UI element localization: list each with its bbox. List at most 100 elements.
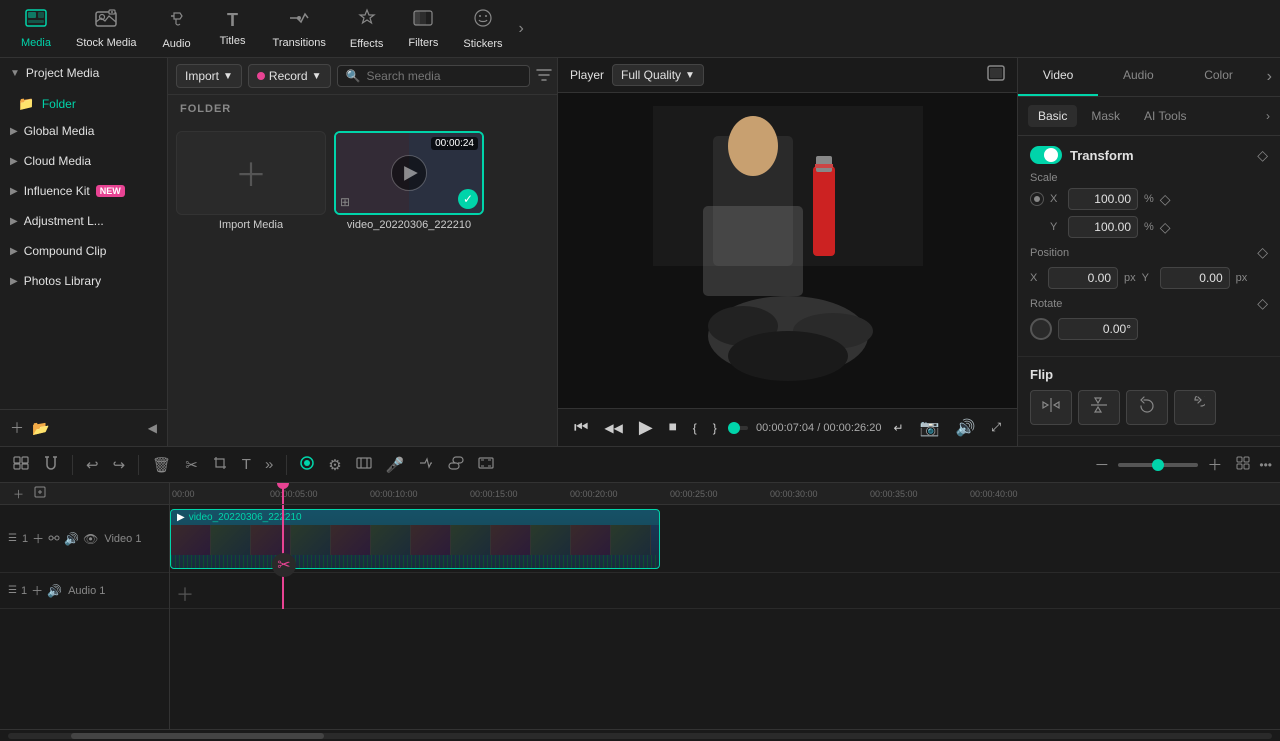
transform-keyframe-button[interactable]: ◇ <box>1257 147 1268 164</box>
settings-button[interactable]: ⚙ <box>323 453 346 477</box>
sidebar-item-compound-clip[interactable]: ▶ Compound Clip <box>0 236 167 266</box>
step-back-button[interactable]: ◀◀ <box>600 419 626 437</box>
record-button[interactable]: Record ▼ <box>248 64 331 88</box>
progress-bar[interactable] <box>729 426 748 430</box>
audio-add-icon[interactable]: ＋ <box>31 582 43 599</box>
delete-button[interactable]: 🗑 <box>147 453 176 477</box>
toolbar-item-audio[interactable]: Audio <box>149 4 205 54</box>
audio-add-button[interactable]: ＋ <box>176 581 194 607</box>
position-y-input[interactable] <box>1160 267 1230 289</box>
merge-button[interactable] <box>413 453 439 477</box>
toolbar-item-titles[interactable]: T Titles <box>205 6 261 51</box>
rotate-right-button[interactable] <box>1174 390 1216 425</box>
timeline-playhead[interactable] <box>282 483 284 504</box>
tab-color[interactable]: Color <box>1178 58 1258 96</box>
video-volume-icon[interactable]: 🔊 <box>64 532 79 546</box>
fullscreen-icon[interactable] <box>987 65 1005 86</box>
add-track-label-button[interactable]: ＋ <box>8 483 29 505</box>
zoom-slider[interactable] <box>1118 463 1198 467</box>
flip-horizontal-button[interactable] <box>1030 390 1072 425</box>
toolbar-item-stock[interactable]: Stock Media <box>64 5 149 53</box>
timeline-ruler[interactable]: 00:00 00:00:05:00 00:00:10:00 00:00:15:0… <box>170 483 1280 505</box>
zoom-out-button[interactable]: － <box>1089 451 1114 478</box>
position-x-input[interactable] <box>1048 267 1118 289</box>
video-thumb[interactable]: 00:00:24 ✓ ⊞ <box>334 131 484 215</box>
crop-button[interactable] <box>207 452 233 478</box>
more-tools-button[interactable]: » <box>260 453 278 476</box>
transform-toggle[interactable] <box>1030 146 1062 164</box>
subtab-mask[interactable]: Mask <box>1081 105 1130 127</box>
toolbar-item-filters[interactable]: Filters <box>395 5 451 53</box>
sidebar-item-adjustment[interactable]: ▶ Adjustment L... <box>0 206 167 236</box>
rotate-keyframe-button[interactable]: ◇ <box>1257 295 1268 312</box>
clip-mark-button[interactable]: ↵ <box>889 419 907 437</box>
volume-button[interactable]: 🔊 <box>951 416 979 440</box>
skip-back-button[interactable]: ⏮ <box>570 417 592 439</box>
import-media-item[interactable]: ＋ Import Media <box>176 131 326 438</box>
sidebar-item-photos-library[interactable]: ▶ Photos Library <box>0 266 167 296</box>
text-button[interactable]: T <box>237 453 256 476</box>
clip-settings-button[interactable] <box>351 453 377 477</box>
in-point-button[interactable]: { <box>689 419 701 437</box>
rotate-left-button[interactable] <box>1126 390 1168 425</box>
play-button[interactable]: ▶ <box>635 415 657 440</box>
tab-more[interactable]: › <box>1259 58 1280 96</box>
fit-screen-button[interactable]: ⤢ <box>987 418 1005 437</box>
scrollbar-thumb[interactable] <box>71 733 324 739</box>
toolbar-item-stickers[interactable]: Stickers <box>451 4 514 54</box>
magnet-button[interactable] <box>38 452 64 478</box>
flip-vertical-button[interactable] <box>1078 390 1120 425</box>
search-input[interactable] <box>366 69 521 83</box>
scale-y-keyframe[interactable]: ◇ <box>1160 219 1171 236</box>
scale-y-input[interactable] <box>1068 216 1138 238</box>
grid-layout-button[interactable] <box>1231 453 1255 477</box>
sidebar-item-folder[interactable]: 📁 Folder <box>0 88 167 116</box>
sidebar-item-cloud-media[interactable]: ▶ Cloud Media <box>0 146 167 176</box>
screenshot-button[interactable]: 📷 <box>916 416 944 440</box>
out-point-button[interactable]: } <box>709 419 721 437</box>
stop-button[interactable]: ⏹ <box>665 417 681 439</box>
subtab-basic[interactable]: Basic <box>1028 105 1077 127</box>
sidebar-item-project-media[interactable]: ▼ Project Media <box>0 58 167 88</box>
import-media-thumb[interactable]: ＋ <box>176 131 326 215</box>
timeline-more-icon[interactable]: ••• <box>1259 458 1272 472</box>
mic-button[interactable]: 🎤 <box>381 453 410 477</box>
scale-x-keyframe[interactable]: ◇ <box>1160 191 1171 208</box>
toolbar-item-media[interactable]: Media <box>8 5 64 53</box>
camera-frame-button[interactable] <box>473 453 499 476</box>
add-track-button[interactable] <box>29 483 51 504</box>
filter-icon[interactable] <box>536 68 552 85</box>
toolbar-item-transitions[interactable]: Transitions <box>261 5 338 53</box>
link-button[interactable] <box>443 453 469 477</box>
quality-select[interactable]: Full Quality ▼ <box>612 64 704 86</box>
undo-button[interactable]: ↩ <box>81 453 104 477</box>
sidebar-item-influence-kit[interactable]: ▶ Influence Kit NEW <box>0 176 167 206</box>
horizontal-scrollbar[interactable] <box>8 733 1272 739</box>
video-add-icon[interactable]: ＋ <box>32 530 44 547</box>
scene-view-button[interactable] <box>8 453 34 477</box>
video-media-item[interactable]: 00:00:24 ✓ ⊞ video_20220306_222210 <box>334 131 484 438</box>
toolbar-item-effects[interactable]: Effects <box>338 4 395 54</box>
video-clip[interactable]: ▶ video_20220306_222210 <box>170 509 660 569</box>
subtab-more-icon[interactable]: › <box>1266 109 1270 123</box>
cut-button[interactable]: ✂ <box>180 453 203 477</box>
toolbar-more-chevron[interactable]: › <box>514 16 527 42</box>
zoom-in-button[interactable]: ＋ <box>1202 451 1227 478</box>
folder-create-icon[interactable]: 📂 <box>32 420 49 437</box>
playhead-button[interactable] <box>295 453 319 477</box>
position-keyframe-button[interactable]: ◇ <box>1257 244 1268 261</box>
import-button[interactable]: Import ▼ <box>176 64 242 88</box>
subtab-ai-tools[interactable]: AI Tools <box>1134 105 1196 127</box>
rotate-dial[interactable] <box>1030 318 1052 340</box>
add-track-icon[interactable]: ＋ <box>10 418 24 438</box>
rotate-input[interactable] <box>1058 318 1138 340</box>
tab-video[interactable]: Video <box>1018 58 1098 96</box>
redo-button[interactable]: ↪ <box>108 453 131 477</box>
sidebar-item-global-media[interactable]: ▶ Global Media <box>0 116 167 146</box>
audio-volume-icon[interactable]: 🔊 <box>47 584 62 598</box>
video-visibility-icon[interactable]: 👁 <box>83 532 98 546</box>
tab-audio[interactable]: Audio <box>1098 58 1178 96</box>
video-link-icon[interactable] <box>48 532 60 546</box>
scale-x-input[interactable] <box>1068 188 1138 210</box>
collapse-panel-icon[interactable]: ◀ <box>148 421 157 435</box>
